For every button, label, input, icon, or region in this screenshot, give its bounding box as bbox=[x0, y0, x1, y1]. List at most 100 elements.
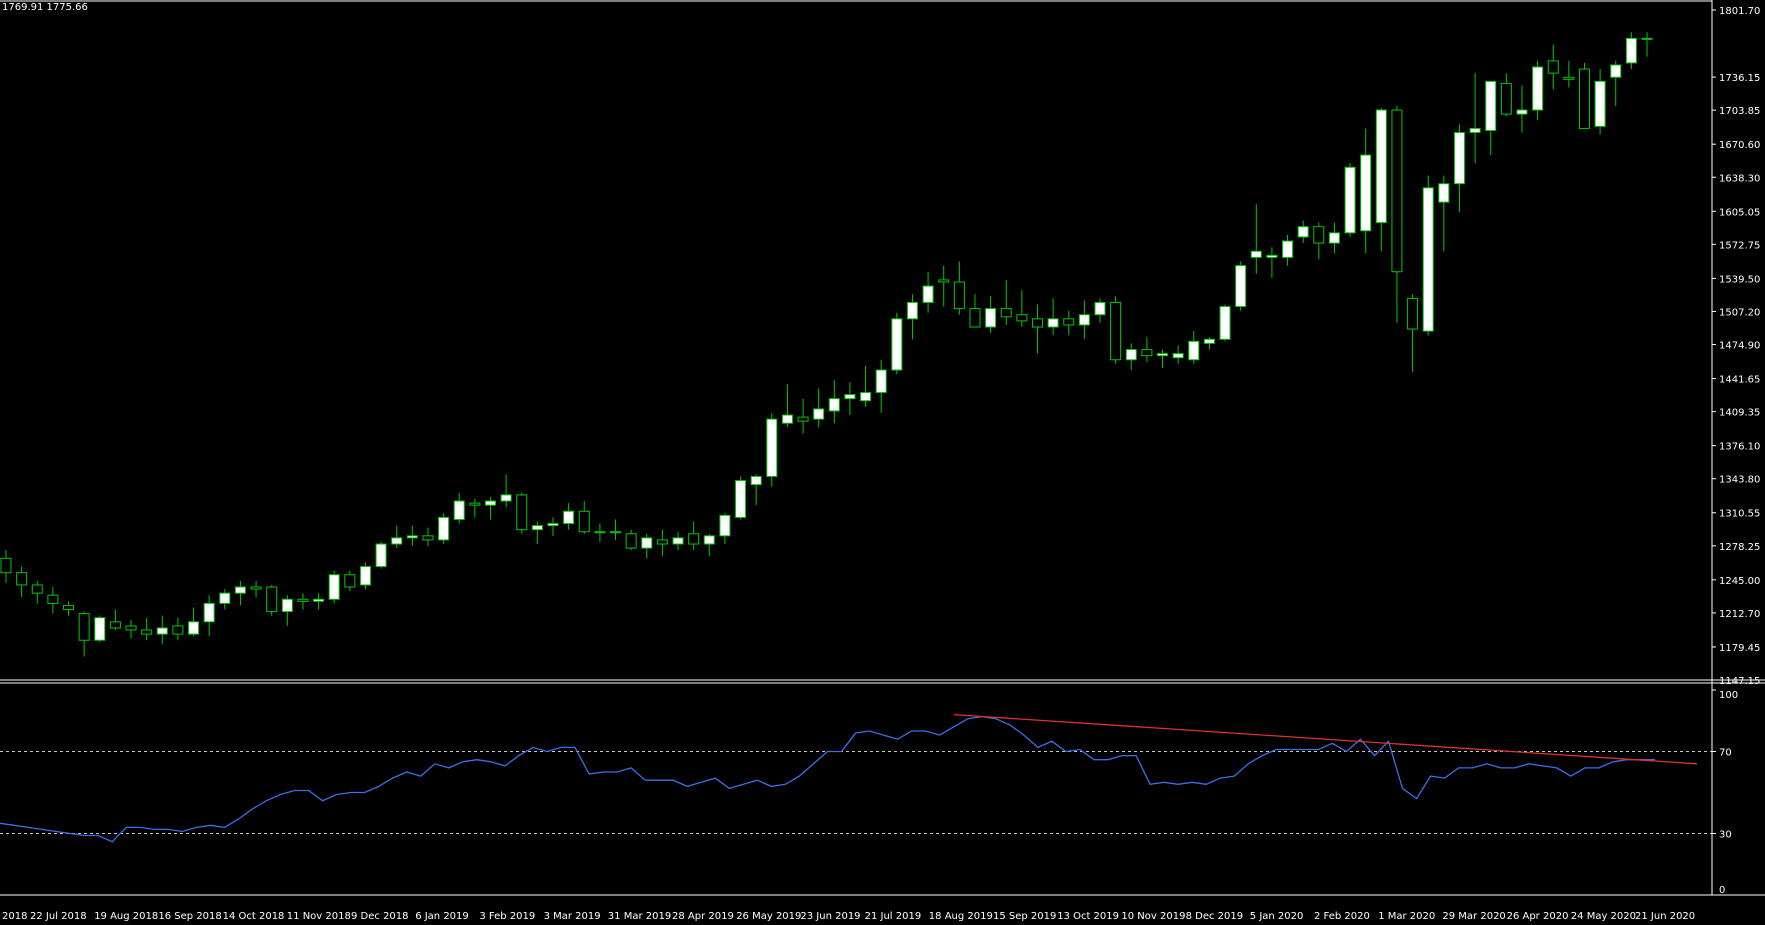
candle-body bbox=[750, 475, 762, 486]
candle bbox=[234, 580, 246, 606]
candle-body bbox=[391, 537, 403, 545]
candle-body bbox=[906, 301, 918, 320]
candle-body bbox=[1578, 68, 1590, 129]
candle-body bbox=[516, 494, 528, 531]
candle bbox=[719, 513, 731, 545]
date-tick-label: 31 Mar 2019 bbox=[608, 911, 671, 922]
candle bbox=[94, 615, 106, 643]
candle bbox=[1532, 60, 1544, 121]
candle bbox=[1578, 62, 1590, 129]
candle bbox=[1188, 331, 1200, 364]
candle bbox=[1313, 222, 1325, 260]
candle-body bbox=[594, 531, 606, 534]
candle bbox=[828, 380, 840, 424]
candle-body bbox=[1453, 132, 1465, 185]
candle bbox=[813, 388, 825, 428]
candle-body bbox=[328, 574, 340, 600]
candle bbox=[1391, 105, 1403, 323]
candle-body bbox=[0, 557, 12, 574]
candle-body bbox=[610, 531, 622, 534]
candle bbox=[625, 529, 637, 551]
price-tick-label: 1212.70 bbox=[1719, 609, 1760, 620]
candle-body bbox=[1422, 187, 1434, 332]
candle bbox=[31, 580, 43, 604]
candle bbox=[1297, 220, 1309, 244]
candle bbox=[688, 521, 700, 551]
candle-body bbox=[1391, 109, 1403, 273]
candle bbox=[172, 617, 184, 641]
date-tick-label: 8 Dec 2019 bbox=[1186, 911, 1244, 922]
price-tick-label: 1245.00 bbox=[1719, 576, 1760, 587]
candle-body bbox=[1188, 340, 1200, 361]
candle-body bbox=[484, 500, 496, 506]
candle-body bbox=[578, 510, 590, 533]
candle bbox=[1250, 204, 1262, 274]
candle bbox=[1344, 163, 1356, 237]
candle bbox=[1031, 304, 1043, 354]
candle-body bbox=[1000, 308, 1012, 318]
candle bbox=[1094, 298, 1106, 323]
candle-body bbox=[234, 586, 246, 594]
rsi-tick-label: 70 bbox=[1719, 748, 1732, 759]
candle-body bbox=[406, 535, 418, 539]
price-pane bbox=[0, 32, 1653, 657]
date-tick-label: 18 Aug 2019 bbox=[929, 911, 993, 922]
candle bbox=[969, 294, 981, 328]
price-chart-canvas[interactable]: 1801.70 1736.15 1703.85 1670.60 1638.30 1605.… bbox=[0, 0, 1765, 925]
candle bbox=[1594, 69, 1606, 135]
candle-body bbox=[1094, 301, 1106, 316]
candle bbox=[610, 519, 622, 540]
price-tick-label: 1507.20 bbox=[1719, 307, 1760, 318]
candle bbox=[1203, 337, 1215, 350]
candle-body bbox=[1594, 80, 1606, 127]
candle-body bbox=[359, 566, 371, 586]
candle bbox=[844, 382, 856, 416]
candle-body bbox=[625, 533, 637, 549]
candle bbox=[1422, 175, 1434, 336]
candle-body bbox=[938, 279, 950, 283]
candle-body bbox=[703, 535, 715, 545]
candle bbox=[703, 533, 715, 557]
candle bbox=[563, 503, 575, 530]
candle-body bbox=[547, 523, 559, 527]
candle-body bbox=[860, 392, 872, 402]
candle-body bbox=[16, 572, 28, 586]
candle-body bbox=[1610, 64, 1622, 78]
candle bbox=[1407, 294, 1419, 373]
candle-body bbox=[281, 598, 293, 613]
candle-body bbox=[297, 598, 309, 602]
price-tick-label: 1409.35 bbox=[1719, 408, 1760, 419]
rsi-trend-line bbox=[953, 713, 1698, 765]
candle-body bbox=[47, 594, 59, 604]
date-tick-label: 28 Apr 2019 bbox=[672, 911, 734, 922]
candle bbox=[1000, 279, 1012, 325]
candle-body bbox=[828, 398, 840, 412]
candle bbox=[359, 562, 371, 590]
candle-body bbox=[1078, 314, 1090, 326]
candle bbox=[1282, 234, 1294, 266]
candle-body bbox=[141, 629, 153, 635]
candle bbox=[188, 607, 200, 637]
candle bbox=[391, 525, 403, 549]
candle-body bbox=[1625, 37, 1637, 64]
candle-body bbox=[1031, 318, 1043, 328]
candle bbox=[1438, 175, 1450, 252]
price-tick-label: 1376.10 bbox=[1719, 442, 1760, 453]
candle bbox=[328, 570, 340, 604]
candle-body bbox=[1157, 353, 1169, 357]
candle-body bbox=[188, 621, 200, 635]
candle-body bbox=[94, 617, 106, 641]
candle-body bbox=[469, 502, 481, 506]
date-tick-label: 9 Dec 2018 bbox=[351, 911, 409, 922]
candle bbox=[1328, 222, 1340, 254]
date-tick-label: 6 Jan 2019 bbox=[415, 911, 469, 922]
candle bbox=[406, 525, 418, 547]
candle-body bbox=[1219, 306, 1231, 340]
candle bbox=[484, 496, 496, 520]
candle-body bbox=[1203, 338, 1215, 344]
candle-body bbox=[156, 627, 168, 635]
candle-body bbox=[266, 586, 278, 613]
date-tick-label: 10 Nov 2019 bbox=[1121, 911, 1185, 922]
candle bbox=[735, 476, 747, 520]
price-tick-label: 1179.45 bbox=[1719, 643, 1760, 654]
